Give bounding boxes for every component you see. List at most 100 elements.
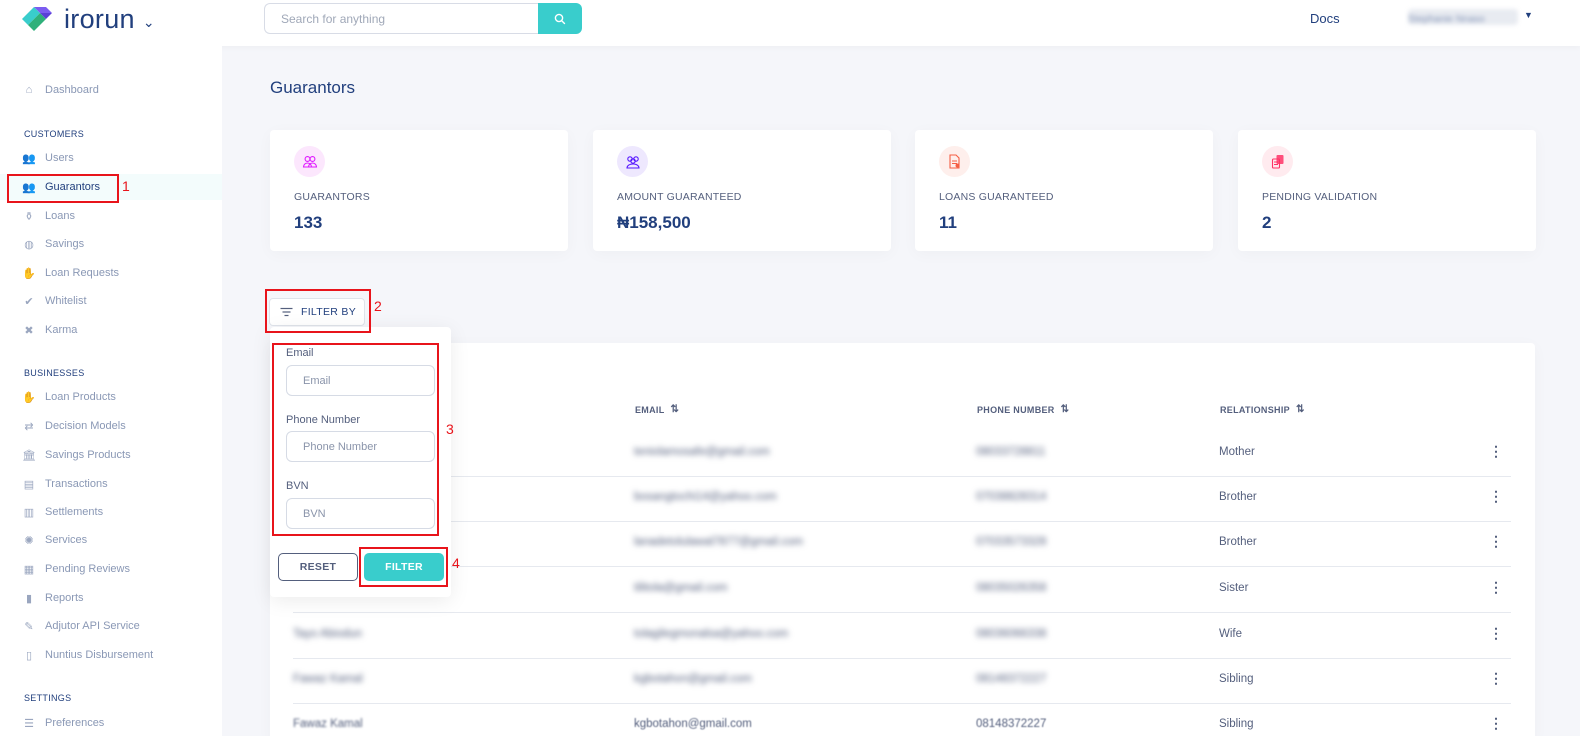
piggy-bank-icon: ◍ [24, 238, 34, 251]
sidebar-item-label: Karma [45, 324, 78, 336]
sidebar: ⌂ Dashboard CUSTOMERS 👥 Users 👥 Guaranto… [0, 46, 222, 736]
cell-phone: 08033728811 [976, 446, 1046, 458]
table-row[interactable]: lanadetolulawal7877@gmail.com 0703357332… [293, 521, 1511, 567]
cell-name: Tayo Abiodun [293, 628, 363, 640]
cell-phone: 08036066338 [976, 628, 1047, 640]
coins-icon [1262, 146, 1293, 177]
sort-icon[interactable]: ⇅ [1296, 404, 1305, 415]
sidebar-item-loans[interactable]: ⚱ Loans [0, 203, 222, 229]
sort-icon[interactable]: ⇅ [671, 404, 680, 415]
receipt-icon: ▤ [23, 478, 35, 491]
table-row[interactable]: tilitola@gmail.com 08035026358 Sister ⋮ [293, 567, 1511, 613]
sidebar-item-label: Pending Reviews [45, 563, 130, 575]
user-name[interactable]: Stephanie Nnaso [1408, 9, 1518, 25]
sack-icon: ⚱ [24, 210, 34, 223]
table-row[interactable]: teniolamosafe@gmail.com 08033728811 Moth… [293, 431, 1511, 477]
section-settings: SETTINGS [24, 693, 72, 703]
cell-name: Fawaz Kamal [293, 718, 363, 730]
search-button[interactable] [538, 3, 582, 34]
table-row[interactable]: Fawaz Kamal kgbotahon@gmail.com 08148372… [293, 658, 1511, 704]
more-options-icon[interactable]: ⋮ [1489, 444, 1503, 458]
table-row[interactable]: Tayo Abiodun tolagilegmonalsa@yahoo.com … [293, 613, 1511, 659]
sidebar-item-label: Services [45, 534, 88, 546]
table-row[interactable]: bosangtochi14@yahoo.com 07038828314 Brot… [293, 476, 1511, 522]
user-name-text: Stephanie Nnaso [1408, 14, 1485, 25]
column-header-relationship[interactable]: RELATIONSHIP ⇅ [1220, 404, 1305, 415]
more-options-icon[interactable]: ⋮ [1489, 671, 1503, 685]
cell-email: teniolamosafe@gmail.com [634, 446, 770, 458]
amount-icon [617, 146, 648, 177]
sidebar-item-label: Savings [45, 238, 85, 250]
cell-name: Fawaz Kamal [293, 673, 363, 685]
cell-relationship: Sibling [1219, 673, 1254, 685]
sidebar-item-karma[interactable]: ✖ Karma [0, 317, 222, 343]
sidebar-item-decision-models[interactable]: ⇄ Decision Models [0, 413, 222, 439]
sidebar-item-reports[interactable]: ▮ Reports [0, 585, 222, 611]
sidebar-item-label: Savings Products [45, 449, 131, 461]
search-input[interactable] [264, 3, 538, 34]
sidebar-item-label: Loans [45, 210, 75, 222]
search-bar [264, 3, 582, 34]
caret-down-icon[interactable]: ▼ [1524, 10, 1533, 20]
sidebar-item-loan-products[interactable]: ✋ Loan Products [0, 384, 222, 410]
column-header-email[interactable]: EMAIL ⇅ [635, 404, 679, 415]
api-icon: ✎ [24, 620, 34, 633]
sidebar-item-nuntius-disbursement[interactable]: ▯ Nuntius Disbursement [0, 642, 222, 668]
annotation-box-4 [359, 547, 448, 587]
sidebar-item-services[interactable]: ✺ Services [0, 527, 222, 553]
annotation-number-4: 4 [452, 555, 460, 571]
sidebar-item-label: Whitelist [45, 295, 87, 307]
table-row[interactable]: Fawaz Kamal kgbotahon@gmail.com 08148372… [293, 703, 1511, 736]
stat-card-guarantors: GUARANTORS 133 [270, 130, 568, 251]
more-options-icon[interactable]: ⋮ [1489, 580, 1503, 594]
more-options-icon[interactable]: ⋮ [1489, 489, 1503, 503]
cell-relationship: Brother [1219, 491, 1257, 503]
column-header-phone[interactable]: PHONE NUMBER ⇅ [977, 404, 1069, 415]
column-header-label: PHONE NUMBER [977, 404, 1055, 415]
more-options-icon[interactable]: ⋮ [1489, 716, 1503, 730]
stat-label: AMOUNT GUARANTEED [617, 191, 742, 203]
stat-label: PENDING VALIDATION [1262, 191, 1378, 203]
sidebar-item-settlements[interactable]: ▥ Settlements [0, 499, 222, 525]
cell-phone: 08035026358 [976, 582, 1047, 594]
sidebar-item-transactions[interactable]: ▤ Transactions [0, 471, 222, 497]
sidebar-item-savings-products[interactable]: 🏛 Savings Products [0, 442, 222, 468]
logo[interactable]: irorun ⌄ [20, 3, 155, 35]
annotation-number-2: 2 [374, 298, 382, 314]
sidebar-item-dashboard[interactable]: ⌂ Dashboard [0, 77, 222, 103]
cell-phone: 07033573328 [976, 536, 1047, 548]
annotation-number-1: 1 [122, 178, 130, 194]
sidebar-item-label: Adjutor API Service [45, 620, 140, 632]
logo-mark-icon [22, 7, 52, 31]
cell-email: tilitola@gmail.com [634, 582, 728, 594]
sidebar-item-adjutor-api[interactable]: ✎ Adjutor API Service [0, 613, 222, 639]
column-header-label: RELATIONSHIP [1220, 404, 1290, 415]
stat-value: 2 [1262, 213, 1272, 232]
sidebar-item-label: Nuntius Disbursement [45, 649, 154, 661]
bar-chart-icon: ▮ [25, 592, 33, 605]
page-title: Guarantors [270, 78, 356, 97]
annotation-box-2 [265, 289, 371, 333]
sort-icon[interactable]: ⇅ [1061, 404, 1070, 415]
cell-email: lanadetolulawal7877@gmail.com [634, 536, 803, 548]
sidebar-item-savings[interactable]: ◍ Savings [0, 231, 222, 257]
sidebar-item-label: Preferences [45, 717, 105, 729]
stat-label: GUARANTORS [294, 191, 370, 203]
sidebar-item-pending-reviews[interactable]: ▦ Pending Reviews [0, 556, 222, 582]
sidebar-item-whitelist[interactable]: ✔ Whitelist [0, 288, 222, 314]
sidebar-item-preferences[interactable]: ☰ Preferences [0, 710, 222, 736]
sidebar-item-loan-requests[interactable]: ✋ Loan Requests [0, 260, 222, 286]
more-options-icon[interactable]: ⋮ [1489, 626, 1503, 640]
hand-coin-icon: ✋ [22, 267, 36, 280]
sidebar-item-label: Reports [45, 592, 84, 604]
stat-value: 133 [294, 213, 323, 232]
logo-text: irorun [64, 3, 135, 34]
cell-relationship: Sibling [1219, 718, 1254, 730]
reset-button[interactable]: RESET [278, 553, 358, 581]
more-options-icon[interactable]: ⋮ [1489, 534, 1503, 548]
chevron-down-icon[interactable]: ⌄ [143, 14, 155, 31]
sidebar-item-users[interactable]: 👥 Users [0, 145, 222, 171]
cell-relationship: Wife [1219, 628, 1242, 640]
guarantors-icon [294, 146, 325, 177]
docs-link[interactable]: Docs [1310, 11, 1340, 26]
